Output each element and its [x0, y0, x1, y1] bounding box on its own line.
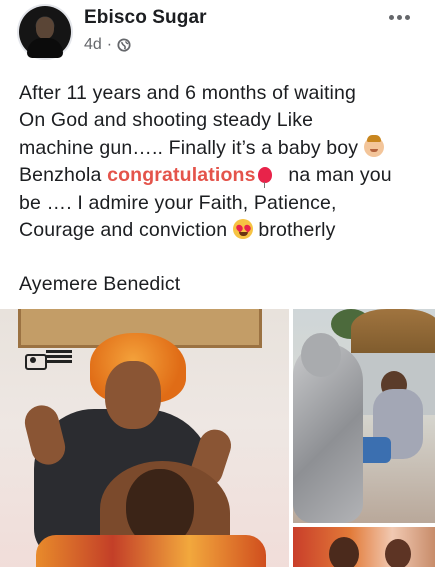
post-line-6-text: Courage and conviction: [19, 219, 228, 242]
post-line-5: be …. I admire your Faith, Patience,: [19, 191, 337, 214]
dot: [396, 14, 402, 20]
post-line-4: Benzhola congratulations na man you: [19, 162, 424, 189]
main-photo[interactable]: [0, 309, 289, 567]
post-meta: 4d ·: [84, 36, 131, 54]
post-signature: Ayemere Benedict: [19, 273, 181, 296]
watermark-logo: [23, 346, 75, 370]
person-head: [385, 539, 411, 567]
author-name[interactable]: Ebisco Sugar: [84, 7, 207, 29]
post-line-3: machine gun….. Finally it’s a baby boy: [19, 134, 424, 162]
post-line-6: Courage and conviction brotherly: [19, 217, 424, 244]
woman-face: [105, 361, 161, 429]
meta-separator: ·: [106, 36, 113, 53]
side-photo-top[interactable]: [293, 309, 435, 523]
post-line-4-tail: na man you: [288, 164, 392, 187]
post-time[interactable]: 4d: [84, 36, 102, 54]
post-header: Ebisco Sugar 4d ·: [0, 0, 435, 62]
thatched-roof: [351, 309, 435, 357]
post-blank-line: [19, 244, 424, 271]
author-avatar[interactable]: [19, 6, 71, 58]
post-line-6-tail: brotherly: [258, 219, 336, 242]
heart-eyes-emoji-icon: [232, 219, 253, 240]
congratulations-highlight: congratulations: [107, 164, 256, 187]
side-photo-bottom[interactable]: [293, 527, 435, 567]
more-options-icon[interactable]: [384, 6, 414, 28]
post-body: After 11 years and 6 months of waiting O…: [19, 80, 424, 299]
dot: [404, 14, 410, 20]
post-photo-grid: [0, 309, 435, 567]
post-line-3-text: machine gun….. Finally it’s a baby boy: [19, 136, 359, 159]
globe-icon[interactable]: [117, 38, 131, 52]
balloon-emoji-icon: [257, 167, 272, 189]
post-line-4-text: Benzhola: [19, 164, 102, 187]
avatar-face: [36, 17, 54, 39]
post-line-1: After 11 years and 6 months of waiting: [19, 82, 357, 104]
post-line-2: On God and shooting steady Like: [19, 109, 314, 132]
baby-emoji-icon: [363, 134, 384, 157]
patterned-skirt: [36, 535, 266, 567]
dot: [388, 14, 394, 20]
silver-costume-head: [301, 333, 341, 377]
avatar-shoulders: [27, 38, 63, 58]
person-head: [329, 537, 359, 567]
